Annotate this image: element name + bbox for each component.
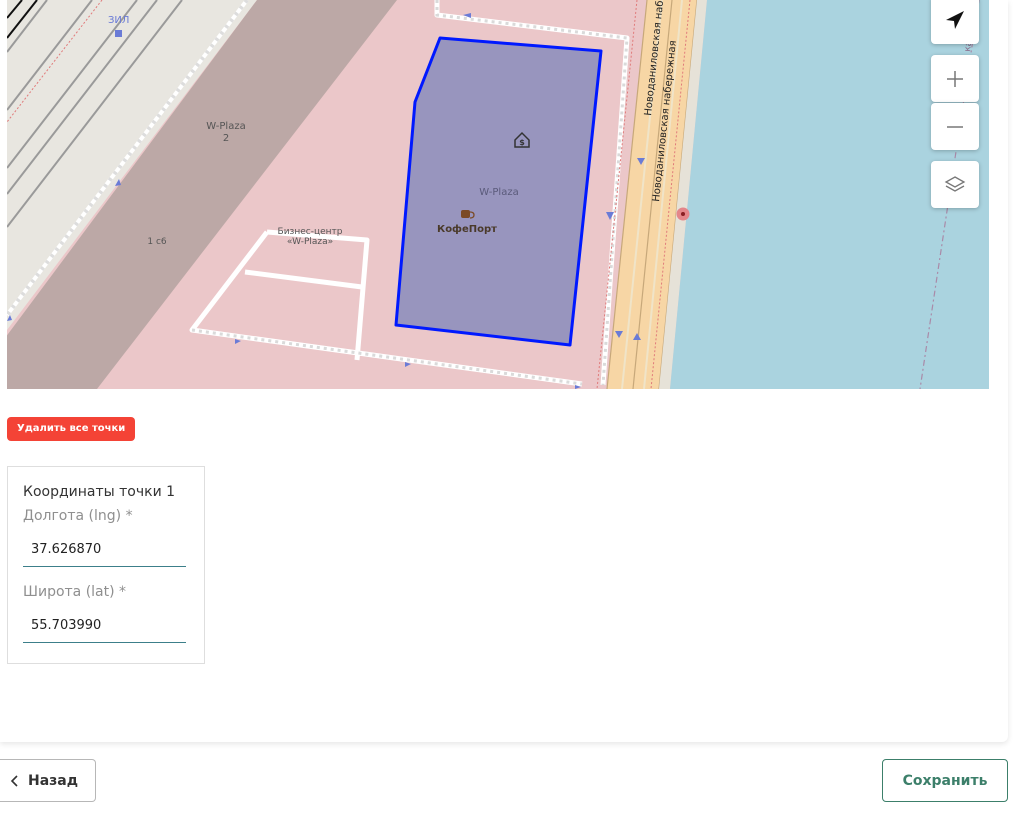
label-business-center-name: «W-Plaza» <box>287 237 333 247</box>
plus-icon <box>947 70 963 87</box>
label-wplaza2-num: 2 <box>223 133 229 144</box>
locate-button[interactable] <box>931 0 979 44</box>
chevron-left-icon <box>10 774 18 787</box>
lng-label: Долгота (lng) * <box>23 508 133 524</box>
lat-label: Широта (lat) * <box>23 584 127 600</box>
point-coordinates-title: Координаты точки 1 <box>23 484 176 500</box>
label-cafe: КофеПорт <box>437 223 497 235</box>
back-button-label: Назад <box>28 772 79 789</box>
layers-icon <box>944 175 966 192</box>
zoom-in-button[interactable] <box>931 55 979 102</box>
label-business-center: Бизнес-центр <box>278 227 343 237</box>
point-coordinates-panel: Координаты точки 1 Долгота (lng) * 37.62… <box>7 466 205 664</box>
label-building-1c6: 1 с6 <box>147 237 167 247</box>
svg-text:$: $ <box>519 138 525 147</box>
label-wplaza: W-Plaza <box>479 187 518 198</box>
map[interactable]: $ ЗИЛ W-Plaza 2 1 с6 Бизнес-центр «W-Pla… <box>7 0 989 389</box>
label-zil: ЗИЛ <box>108 15 129 26</box>
lat-input[interactable]: 55.703990 <box>23 615 186 643</box>
back-button[interactable]: Назад <box>0 759 96 802</box>
label-wplaza2: W-Plaza <box>206 121 245 132</box>
save-button-label: Сохранить <box>902 772 988 789</box>
save-button[interactable]: Сохранить <box>882 759 1008 802</box>
navigation-arrow-icon <box>946 11 964 29</box>
lng-input[interactable]: 37.626870 <box>23 539 186 567</box>
map-canvas[interactable]: $ ЗИЛ W-Plaza 2 1 с6 Бизнес-центр «W-Pla… <box>7 0 989 389</box>
minus-icon <box>947 125 963 128</box>
zoom-out-button[interactable] <box>931 103 979 150</box>
layers-button[interactable] <box>931 161 979 208</box>
zil-marker-icon <box>115 30 122 37</box>
delete-all-points-button[interactable]: Удалить все точки <box>7 417 136 441</box>
